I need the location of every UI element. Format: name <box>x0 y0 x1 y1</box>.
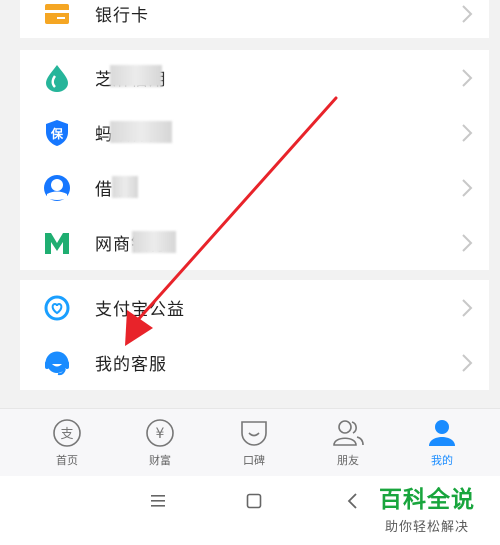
tab-label: 财富 <box>149 454 171 467</box>
tab-label: 朋友 <box>337 454 359 467</box>
tab-wealth[interactable]: ¥ 财富 <box>112 409 208 477</box>
tab-koubei[interactable]: 口碑 <box>206 409 302 477</box>
back-icon[interactable] <box>346 492 358 510</box>
tab-label: 我的 <box>431 454 453 467</box>
tab-label: 口碑 <box>243 454 265 467</box>
friends-tab-icon <box>333 420 364 446</box>
svg-text:支: 支 <box>60 427 73 442</box>
tab-home[interactable]: 支 首页 <box>19 409 115 477</box>
menu-icon[interactable] <box>150 494 166 508</box>
tab-friends[interactable]: 朋友 <box>300 409 396 477</box>
wealth-tab-icon: ¥ <box>146 419 174 447</box>
watermark-title: 百科全说 <box>379 487 475 513</box>
svg-text:¥: ¥ <box>156 426 165 442</box>
koubei-tab-icon <box>241 421 267 446</box>
watermark-logo: 百科全说 助你轻松解决 <box>368 480 486 535</box>
bottom-tab-bar: 支 首页 ¥ 财富 口碑 朋友 我的 <box>0 408 500 476</box>
watermark-subtitle: 助你轻松解决 <box>384 520 469 535</box>
home-tab-icon: 支 <box>53 419 81 447</box>
tab-label: 首页 <box>56 454 78 467</box>
home-square-icon[interactable] <box>246 493 262 509</box>
me-tab-icon <box>429 420 455 446</box>
tab-me[interactable]: 我的 <box>394 409 490 477</box>
